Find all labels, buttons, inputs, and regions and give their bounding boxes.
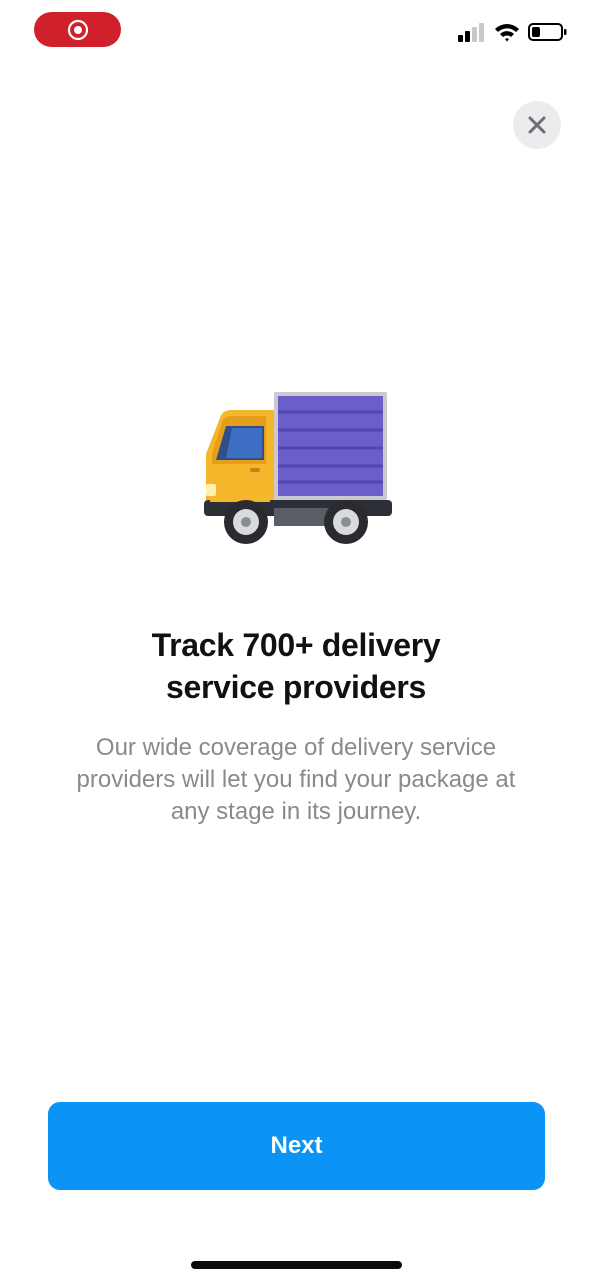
delivery-truck-icon xyxy=(204,392,392,544)
screen-record-indicator[interactable] xyxy=(34,12,121,47)
status-icons xyxy=(458,22,568,42)
home-indicator[interactable] xyxy=(191,1261,402,1269)
description-line: providers will let you find your package… xyxy=(76,766,516,793)
status-bar xyxy=(0,0,592,60)
next-button-label: Next xyxy=(270,1132,323,1159)
wifi-icon xyxy=(495,24,519,42)
description-line: Our wide coverage of delivery service xyxy=(95,734,497,761)
page-title: Track 700+ delivery service providers xyxy=(40,624,552,708)
cellular-signal-icon xyxy=(458,23,484,42)
close-button[interactable] xyxy=(513,101,561,149)
close-icon xyxy=(528,116,546,134)
title-line: service providers xyxy=(166,669,426,705)
title-line: Track 700+ delivery xyxy=(151,627,441,663)
description: Our wide coverage of delivery service pr… xyxy=(30,732,562,828)
screen-record-icon xyxy=(67,19,88,40)
next-button[interactable]: Next xyxy=(48,1102,545,1190)
battery-icon xyxy=(528,23,567,41)
hero-illustration xyxy=(196,388,396,552)
description-line: any stage in its journey. xyxy=(170,798,422,825)
